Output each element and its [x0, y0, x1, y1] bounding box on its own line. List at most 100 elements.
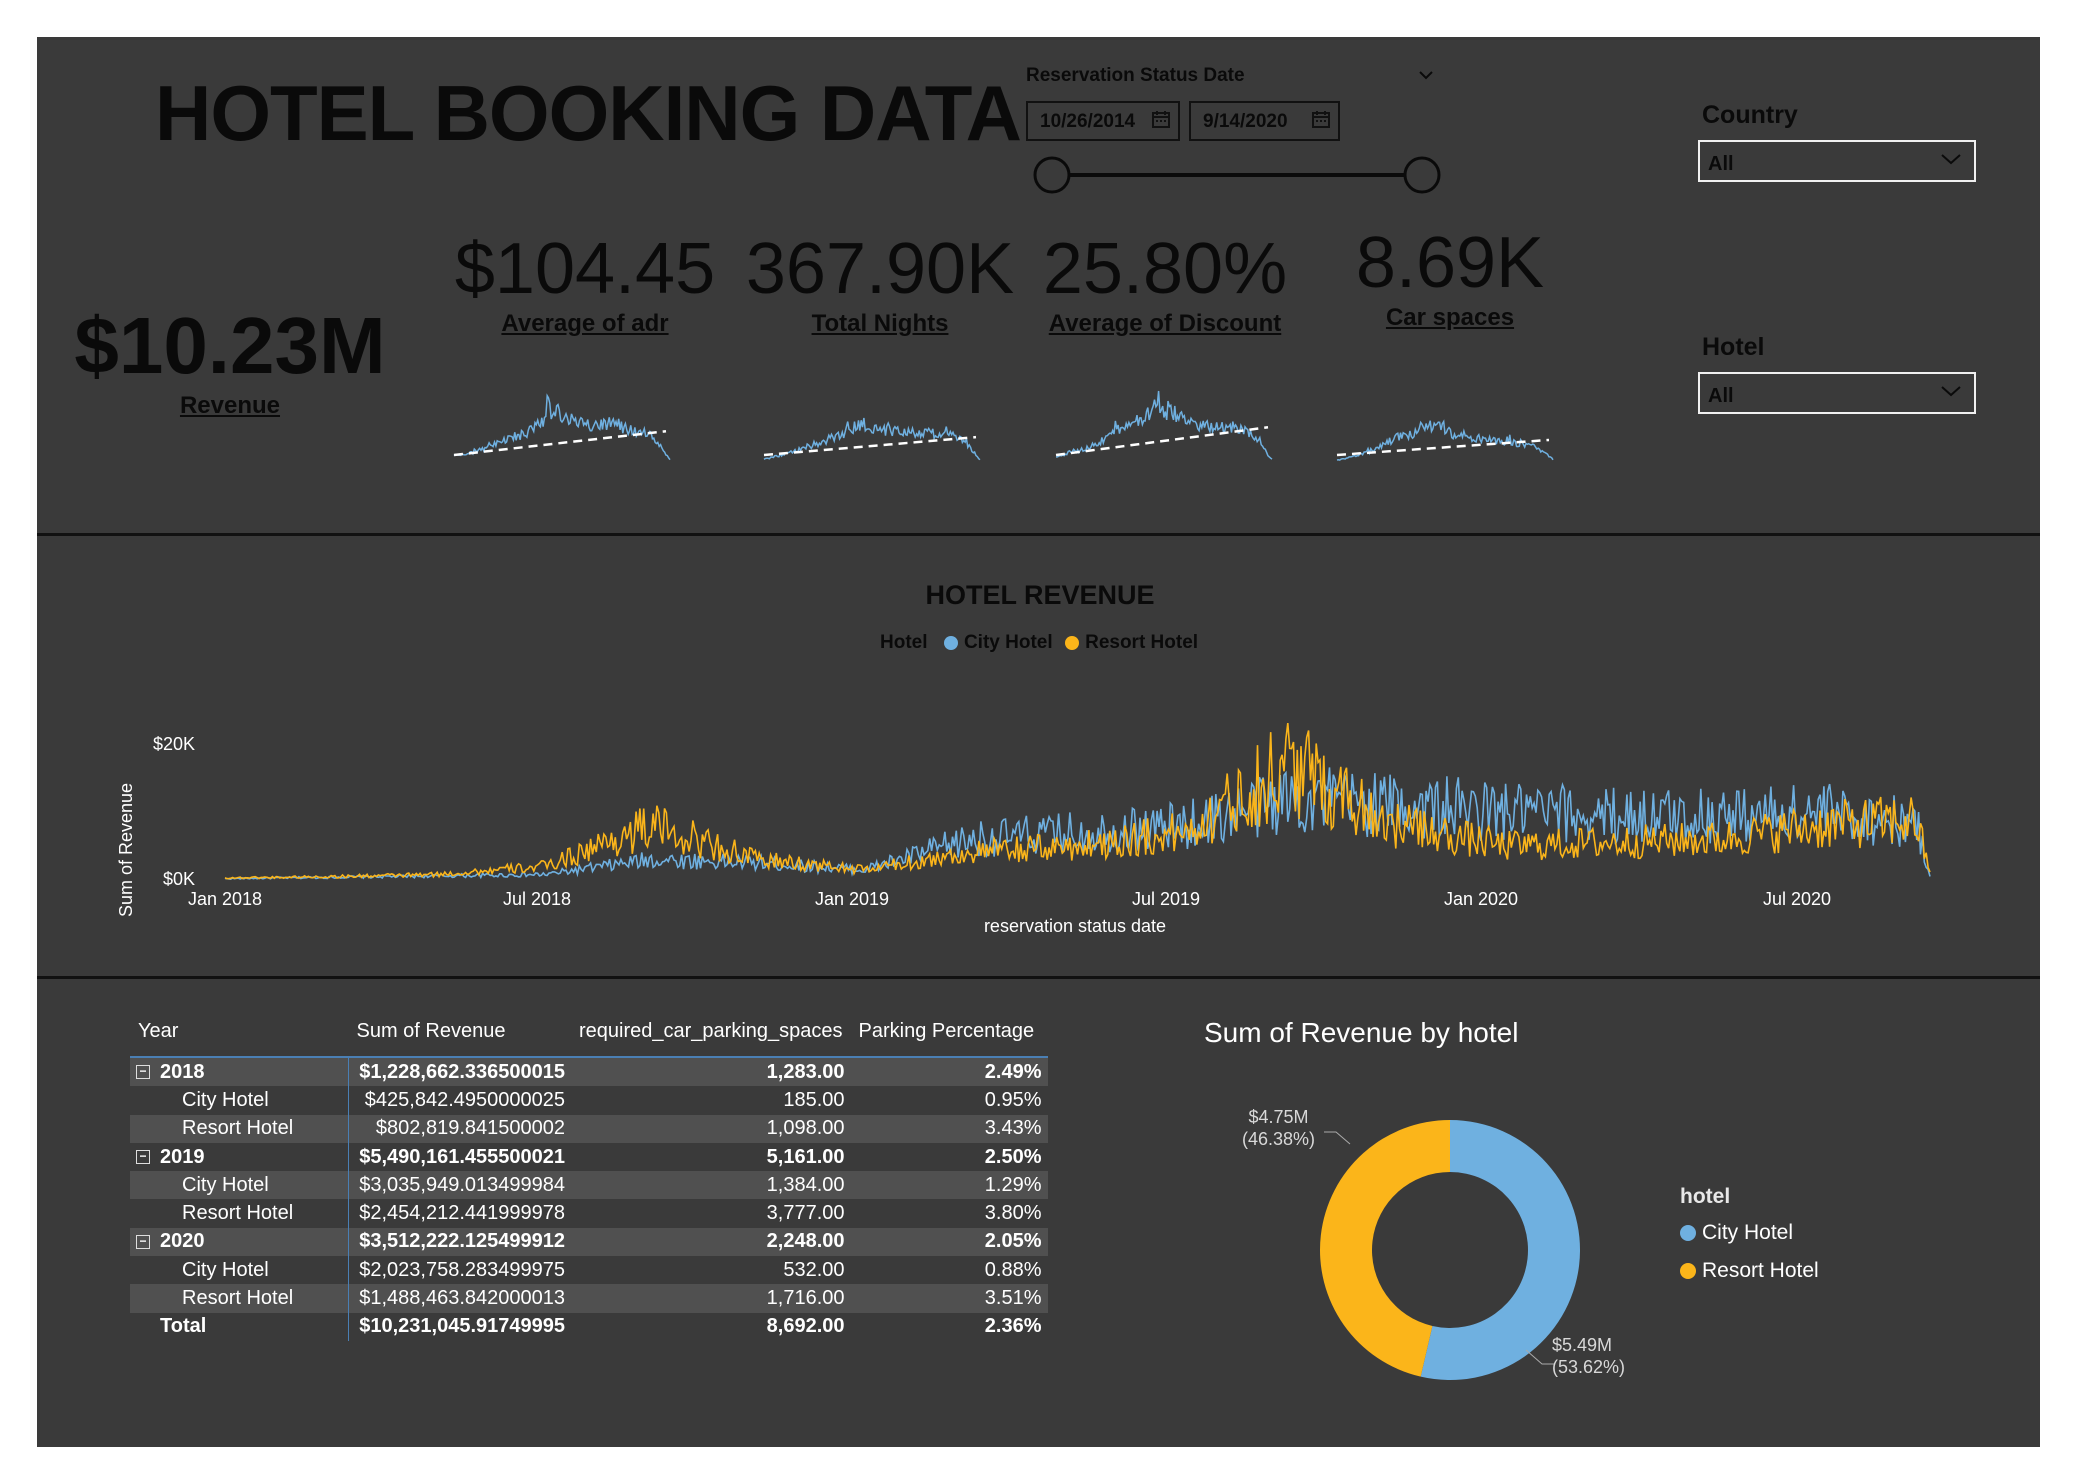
- revenue-matrix-table: Year Sum of Revenue required_car_parking…: [130, 1018, 1048, 1341]
- row-label: −2020: [130, 1227, 349, 1257]
- kpi-nights: 367.90K Total Nights: [740, 228, 1020, 338]
- y-axis-title: Sum of Revenue: [116, 783, 136, 917]
- donut-legend-city[interactable]: City Hotel: [1680, 1221, 1819, 1245]
- x-axis-title: reservation status date: [984, 916, 1166, 936]
- cell-pct: 3.80%: [984, 1202, 1042, 1225]
- donut-legend-resort-label: Resort Hotel: [1702, 1259, 1819, 1282]
- donut-legend-title: hotel: [1680, 1185, 1731, 1208]
- revenue-chart-title: HOTEL REVENUE: [925, 580, 1155, 610]
- table-row: Resort Hotel $802,819.841500002 1,098.00 3.…: [130, 1114, 1048, 1143]
- hotel-value: All: [1708, 385, 1734, 407]
- donut-legend-resort[interactable]: Resort Hotel: [1680, 1259, 1819, 1283]
- cell-revenue: $1,228,662.336500015: [348, 1057, 571, 1087]
- cell-pct: 2.50%: [984, 1145, 1042, 1168]
- cell-parking: 1,716.00: [571, 1284, 851, 1313]
- kpi-nights-value: 367.90K: [745, 229, 1015, 309]
- section-divider: [37, 976, 2040, 979]
- end-date-input[interactable]: 9/14/2020: [1189, 101, 1340, 141]
- collapse-icon[interactable]: −: [136, 1150, 150, 1165]
- start-date-input[interactable]: 10/26/2014: [1026, 101, 1180, 141]
- chevron-down-icon: [1941, 386, 1961, 397]
- date-range-slider[interactable]: [1030, 155, 1446, 199]
- end-date-value: 9/14/2020: [1203, 111, 1288, 132]
- cell-parking: 532.00: [783, 1258, 845, 1281]
- col-header-parking[interactable]: required_car_parking_spaces: [571, 1018, 851, 1057]
- cell-pct: 3.51%: [850, 1284, 1048, 1313]
- kpi-revenue: $10.23M Revenue: [60, 300, 400, 420]
- sparkline-trend-line: [763, 435, 977, 457]
- sparkline-trend-line: [453, 429, 667, 457]
- donut-title: Sum of Revenue by hotel: [1204, 1017, 1519, 1048]
- table-row-year: −2018 $1,228,662.336500015 1,283.00 2.49%: [130, 1057, 1048, 1087]
- country-value: All: [1708, 153, 1734, 175]
- country-dropdown[interactable]: All: [1698, 140, 1976, 182]
- table-row: Resort Hotel $1,488,463.842000013 1,716.00…: [130, 1284, 1048, 1313]
- x-tick-label: Jan 2019: [815, 889, 889, 909]
- sparkline-trend-line: [1055, 426, 1269, 457]
- row-label: −2018: [130, 1057, 349, 1087]
- donut-label-city: $5.49M (53.62%): [1552, 1334, 1625, 1378]
- sparkline-adr: [453, 393, 671, 461]
- cell-revenue: $802,819.841500002: [348, 1114, 571, 1143]
- donut-label-resort: $4.75M (46.38%): [1242, 1106, 1315, 1150]
- resort-swatch: [1680, 1263, 1696, 1279]
- cell-parking: 185.00: [783, 1088, 845, 1111]
- row-label: Resort Hotel: [130, 1284, 349, 1313]
- kpi-car-value: 8.69K: [1355, 223, 1545, 303]
- legend-resort-swatch: [1065, 636, 1080, 650]
- legend-city-swatch: [943, 636, 958, 650]
- cell-pct: 2.49%: [850, 1057, 1048, 1087]
- cell-parking: 3,777.00: [766, 1202, 845, 1225]
- revenue-line-chart: Sum of Revenue $20K $0K Jan 2018 Jul 201…: [116, 723, 1931, 936]
- x-tick-label: Jul 2020: [1763, 889, 1831, 909]
- donut-label-city-value: $5.49M: [1552, 1335, 1613, 1355]
- chevron-down-icon[interactable]: [1418, 68, 1434, 82]
- kpi-car: 8.69K Car spaces: [1320, 222, 1580, 332]
- col-header-pct[interactable]: Parking Percentage: [851, 1018, 1048, 1057]
- kpi-nights-label: Total Nights: [811, 310, 949, 337]
- slider-start-handle[interactable]: [1033, 156, 1071, 194]
- cell-pct: 0.95%: [984, 1088, 1042, 1111]
- collapse-icon[interactable]: −: [136, 1065, 150, 1080]
- x-tick-label: Jan 2020: [1444, 889, 1518, 909]
- city-swatch: [1680, 1225, 1696, 1241]
- calendar-icon[interactable]: [1312, 110, 1330, 128]
- table-row: City Hotel $3,035,949.013499984 1,384.00 1.…: [130, 1171, 1048, 1200]
- slider-end-handle[interactable]: [1403, 156, 1441, 194]
- hotel-dropdown[interactable]: All: [1698, 372, 1976, 414]
- country-label: Country: [1702, 101, 1798, 129]
- donut-legend: hotel City Hotel Resort Hotel: [1680, 1185, 1819, 1283]
- kpi-adr-value: $104.45: [454, 229, 716, 309]
- cell-revenue: $1,488,463.842000013: [348, 1284, 571, 1313]
- kpi-discount-label: Average of Discount: [1048, 310, 1282, 337]
- chevron-down-icon: [1941, 154, 1961, 165]
- cell-pct: 3.43%: [850, 1114, 1048, 1143]
- date-slicer-label: Reservation Status Date: [1026, 65, 1245, 86]
- collapse-icon[interactable]: −: [136, 1235, 150, 1250]
- table-row: City Hotel $2,023,758.283499975 532.00 0.88…: [130, 1256, 1048, 1285]
- donut-label-resort-value: $4.75M: [1248, 1107, 1309, 1127]
- sparkline-series: [453, 393, 671, 461]
- cell-revenue: $425,842.4950000025: [364, 1088, 565, 1111]
- sparkline-series: [1055, 390, 1273, 460]
- row-label: City Hotel: [130, 1256, 349, 1285]
- cell-pct: 0.88%: [984, 1258, 1042, 1281]
- legend-resort-label: Resort Hotel: [1085, 632, 1199, 653]
- hotel-label: Hotel: [1702, 333, 1765, 361]
- cell-pct: 2.36%: [984, 1315, 1042, 1338]
- kpi-revenue-label: Revenue: [179, 392, 281, 419]
- calendar-icon[interactable]: [1152, 110, 1170, 128]
- col-header-year[interactable]: Year: [130, 1018, 349, 1057]
- sparkline-discount: [1055, 390, 1273, 460]
- kpi-adr: $104.45 Average of adr: [450, 228, 720, 338]
- cell-revenue: $5,490,161.455500021: [359, 1145, 565, 1168]
- cell-pct: 1.29%: [850, 1171, 1048, 1200]
- cell-parking: 1,098.00: [571, 1114, 851, 1143]
- cell-parking: 2,248.00: [571, 1227, 851, 1257]
- row-label: −2019: [130, 1142, 349, 1172]
- revenue-chart-legend: Hotel City Hotel Resort Hotel: [880, 632, 1198, 654]
- col-header-revenue[interactable]: Sum of Revenue: [349, 1018, 572, 1057]
- donut-legend-city-label: City Hotel: [1702, 1221, 1794, 1244]
- legend-city-label: City Hotel: [963, 632, 1053, 653]
- x-tick-label: Jan 2018: [188, 889, 262, 909]
